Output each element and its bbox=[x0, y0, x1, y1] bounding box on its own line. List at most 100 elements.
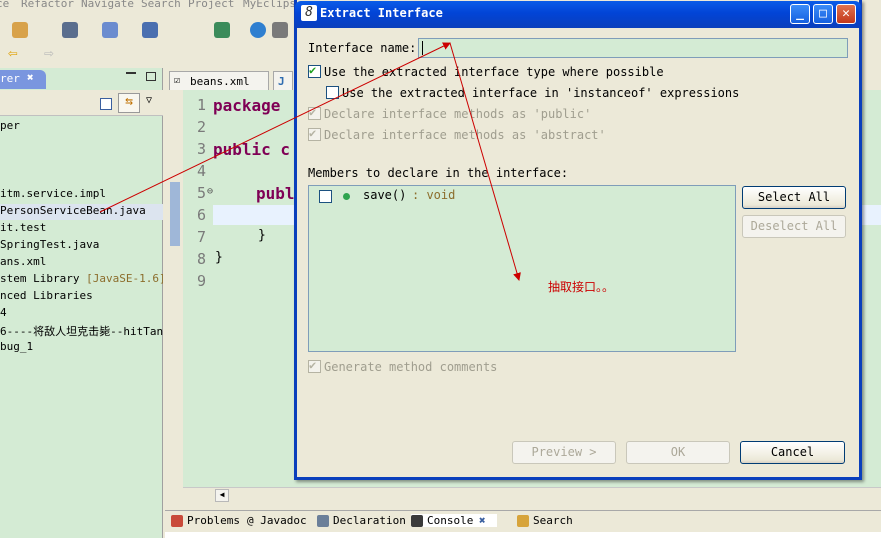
tab-problems[interactable]: Problems bbox=[171, 514, 240, 527]
tree-item[interactable]: stem Library [JavaSE-1.6] bbox=[0, 272, 163, 288]
tree-item-label: SpringTest.java bbox=[0, 238, 100, 251]
declare-abstract-label: Declare interface methods as 'abstract' bbox=[324, 128, 606, 142]
text-caret bbox=[422, 41, 423, 55]
line-number: 4 bbox=[196, 162, 206, 180]
deploy-icon[interactable] bbox=[102, 22, 118, 38]
console-icon bbox=[411, 515, 423, 527]
tab-javadoc[interactable]: @ Javadoc bbox=[247, 514, 307, 527]
tree-item[interactable]: ans.xml bbox=[0, 255, 163, 271]
problems-icon bbox=[171, 515, 183, 527]
tree-item[interactable]: itm.service.impl bbox=[0, 187, 163, 203]
bottom-view-tabs: Problems @ Javadoc Declaration Console ✖ … bbox=[165, 510, 881, 532]
new-wizard-icon[interactable] bbox=[12, 22, 28, 38]
line-number: 3 bbox=[196, 140, 206, 158]
members-list[interactable] bbox=[308, 185, 736, 352]
line-number: 1 bbox=[196, 96, 206, 114]
select-all-button[interactable]: Select All bbox=[742, 186, 846, 209]
tab-label: Problems bbox=[187, 514, 240, 527]
line-number: 7 bbox=[196, 228, 206, 246]
declare-abstract-checkbox bbox=[308, 126, 321, 141]
tree-item-selected[interactable]: PersonServiceBean.java bbox=[0, 204, 163, 220]
tab-java-file[interactable]: J bbox=[273, 71, 293, 90]
server-icon[interactable] bbox=[62, 22, 78, 38]
code-line: } bbox=[215, 250, 223, 265]
tab-label: @ Javadoc bbox=[247, 514, 307, 527]
close-button[interactable]: ✕ bbox=[836, 4, 856, 24]
forward-arrow-icon[interactable]: ⇨ bbox=[44, 43, 54, 62]
globe-icon[interactable] bbox=[250, 22, 266, 38]
tree-item-label: it.test bbox=[0, 221, 47, 234]
menu-refactor[interactable]: Refactor bbox=[21, 0, 74, 10]
code-line: publ bbox=[256, 184, 295, 203]
tree-item[interactable]: nced Libraries bbox=[0, 289, 163, 305]
close-icon[interactable]: ✖ bbox=[479, 514, 486, 527]
view-menu-icon[interactable]: ▽ bbox=[146, 95, 152, 106]
run-icon[interactable] bbox=[142, 22, 158, 38]
interface-name-label: Interface name: bbox=[308, 41, 417, 55]
close-icon[interactable]: ✖ bbox=[27, 71, 34, 84]
tree-item[interactable]: it.test bbox=[0, 221, 163, 237]
tree-item-label: itm.service.impl bbox=[0, 187, 106, 200]
line-number: 6 bbox=[196, 206, 206, 224]
back-arrow-icon[interactable]: ⇦ bbox=[8, 43, 18, 62]
minimize-icon[interactable] bbox=[126, 72, 136, 74]
line-number: 8 bbox=[196, 250, 206, 268]
minimize-button[interactable]: _ bbox=[790, 4, 810, 24]
deselect-all-button: Deselect All bbox=[742, 215, 846, 238]
maximize-button[interactable]: □ bbox=[813, 4, 833, 24]
tree-item-label: per bbox=[0, 119, 20, 132]
menu-item[interactable]: ce bbox=[0, 0, 9, 10]
public-method-icon bbox=[343, 193, 350, 200]
tree-item[interactable]: 4 bbox=[0, 306, 163, 322]
use-in-instanceof-label: Use the extracted interface in 'instance… bbox=[342, 86, 740, 100]
link-with-editor-icon[interactable]: ⇆ bbox=[118, 93, 140, 113]
tab-console[interactable]: Console ✖ bbox=[411, 514, 498, 527]
code-line: package bbox=[213, 96, 281, 115]
line-number: 2 bbox=[196, 118, 206, 136]
member-save-checkbox[interactable] bbox=[319, 190, 332, 203]
declare-public-label: Declare interface methods as 'public' bbox=[324, 107, 592, 121]
declare-public-checkbox bbox=[308, 105, 321, 120]
annotation-text: 抽取接口。。 bbox=[548, 280, 615, 294]
use-interface-type-label: Use the extracted interface type where p… bbox=[324, 65, 664, 79]
ok-button: OK bbox=[626, 441, 730, 464]
scroll-left-icon[interactable]: ◀ bbox=[215, 489, 229, 502]
collapse-all-icon[interactable] bbox=[100, 98, 112, 110]
xml-file-icon: ☑ bbox=[174, 75, 181, 86]
line-number: 5 bbox=[196, 184, 206, 202]
tree-item-decoration: [JavaSE-1.6] bbox=[86, 272, 163, 285]
tab-label: Declaration bbox=[333, 514, 406, 527]
fold-icon[interactable]: ⊖ bbox=[207, 186, 213, 197]
package-explorer-tab[interactable]: rer ✖ bbox=[0, 70, 46, 89]
main-toolbar: ⇦ ⇨ bbox=[0, 13, 300, 65]
tab-declaration[interactable]: Declaration bbox=[317, 514, 406, 527]
tree-item[interactable]: 6----将敌人坦克击毙--hitTan bbox=[0, 323, 163, 339]
maximize-icon[interactable] bbox=[146, 72, 156, 81]
search-icon bbox=[517, 515, 529, 527]
horizontal-scrollbar[interactable]: ◀ bbox=[183, 487, 881, 503]
use-interface-type-checkbox[interactable] bbox=[308, 63, 321, 78]
generate-comments-label: Generate method comments bbox=[324, 360, 498, 374]
use-in-instanceof-checkbox[interactable] bbox=[326, 86, 339, 99]
eclipse-app-icon: 8 bbox=[301, 5, 317, 21]
menu-navigate[interactable]: Navigate bbox=[81, 0, 134, 10]
package-explorer-toolbar: ⇆ ▽ bbox=[0, 90, 163, 116]
tree-item[interactable]: per bbox=[0, 119, 163, 135]
menu-project[interactable]: Project bbox=[188, 0, 234, 10]
console-output bbox=[165, 532, 881, 538]
tab-beans-xml[interactable]: ☑ beans.xml bbox=[169, 71, 269, 90]
cancel-button[interactable]: Cancel bbox=[740, 441, 845, 464]
declaration-icon bbox=[317, 515, 329, 527]
tab-label: Search bbox=[533, 514, 573, 527]
tab-search[interactable]: Search bbox=[517, 514, 573, 527]
tree-item[interactable]: SpringTest.java bbox=[0, 238, 163, 254]
launch-icon[interactable] bbox=[214, 22, 230, 38]
tree-item-label: PersonServiceBean.java bbox=[0, 204, 146, 217]
tool-icon[interactable] bbox=[272, 22, 288, 38]
tree-item[interactable]: bug_1 bbox=[0, 340, 163, 356]
code-line: } bbox=[258, 228, 266, 243]
member-save-type: : void bbox=[412, 188, 456, 202]
change-ruler bbox=[170, 182, 180, 246]
menu-search[interactable]: Search bbox=[141, 0, 181, 10]
interface-name-input[interactable] bbox=[418, 38, 848, 58]
